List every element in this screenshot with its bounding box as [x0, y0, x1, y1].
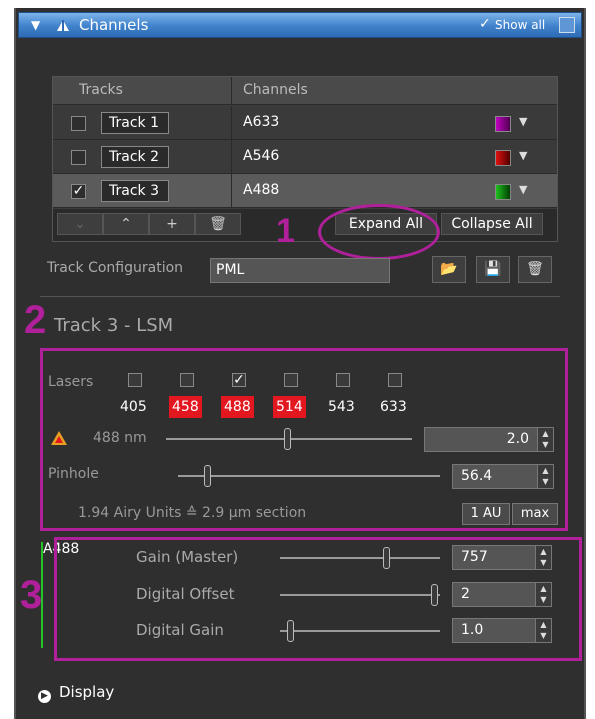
digital-gain-stepper[interactable]: 1.0 ▲ ▼ — [452, 618, 552, 643]
track-3-color-swatch[interactable] — [495, 184, 511, 200]
annotation-ellipse — [318, 204, 440, 260]
digital-gain-value[interactable]: 1.0 — [461, 619, 483, 642]
annotation-number-1: 1 — [276, 212, 295, 250]
laser-power-slider-handle[interactable] — [283, 428, 291, 450]
laser-514-label: 514 — [273, 396, 306, 418]
laser-488-checkbox[interactable]: ✓ — [232, 373, 246, 387]
warning-icon — [51, 431, 67, 445]
tracks-table: Tracks Channels Track 1 A633 ▼ Track 2 A… — [52, 76, 558, 242]
track-configuration-field[interactable]: PML — [210, 258, 390, 283]
channels-icon — [57, 20, 69, 31]
show-all-toggle[interactable]: ✓ Show all — [475, 16, 551, 35]
column-header-tracks: Tracks — [79, 82, 123, 98]
digital-offset-slider-track[interactable] — [280, 594, 440, 596]
max-button[interactable]: max — [512, 503, 558, 525]
table-row-track-3[interactable]: ✓ Track 3 A488 ▼ — [53, 174, 557, 208]
channels-title: Channels — [79, 16, 149, 34]
track-2-channel: A546 — [243, 148, 280, 164]
track-1-color-swatch[interactable] — [495, 116, 511, 132]
track-3-checkbox[interactable]: ✓ — [71, 184, 86, 199]
laser-power-label: 488 nm — [93, 430, 147, 446]
collapse-all-button[interactable]: Collapse All — [441, 213, 543, 235]
delete-configuration-icon[interactable]: 🗑 — [518, 256, 552, 283]
stepper-arrows-icon[interactable]: ▲ ▼ — [537, 465, 553, 488]
laser-power-stepper[interactable]: 2.0 ▲ ▼ — [424, 427, 554, 452]
digital-gain-slider-handle[interactable] — [286, 620, 294, 642]
expand-arrow-icon: ▶ — [38, 690, 51, 703]
chevron-down-icon[interactable]: ▼ — [519, 183, 527, 196]
digital-offset-value[interactable]: 2 — [461, 583, 470, 606]
gain-master-label: Gain (Master) — [136, 548, 239, 566]
annotation-number-2: 2 — [24, 298, 47, 342]
track-2-checkbox[interactable] — [71, 150, 86, 165]
digital-gain-slider-track[interactable] — [280, 630, 440, 632]
laser-405-label: 405 — [120, 399, 147, 415]
move-up-button[interactable]: ⌃ — [103, 213, 149, 235]
track-configuration-label: Track Configuration — [47, 260, 184, 276]
track-1-channel: A633 — [243, 114, 280, 130]
track-3-name[interactable]: Track 3 — [101, 180, 169, 202]
page: ▼ Channels ✓ Show all Tracks Channels Tr… — [0, 0, 595, 719]
laser-488-label: 488 — [221, 396, 254, 418]
undock-icon[interactable] — [559, 17, 575, 33]
laser-405-checkbox[interactable] — [128, 373, 142, 387]
divider — [40, 296, 560, 297]
show-all-label: Show all — [495, 18, 546, 32]
gain-master-stepper[interactable]: 757 ▲ ▼ — [452, 545, 552, 570]
display-label: Display — [59, 683, 115, 701]
track-1-checkbox[interactable] — [71, 116, 86, 131]
move-down-button[interactable]: ⌄ — [57, 213, 103, 235]
pinhole-stepper[interactable]: 56.4 ▲ ▼ — [452, 464, 554, 489]
column-header-channels: Channels — [243, 82, 308, 98]
channels-header[interactable]: ▼ Channels ✓ Show all — [18, 12, 582, 38]
save-icon[interactable]: 💾 — [476, 256, 510, 283]
pinhole-slider-track[interactable] — [178, 475, 440, 477]
laser-power-value[interactable]: 2.0 — [507, 428, 529, 451]
pinhole-value[interactable]: 56.4 — [461, 465, 492, 488]
stepper-arrows-icon[interactable]: ▲ ▼ — [537, 428, 553, 451]
delete-track-icon[interactable]: 🗑 — [195, 213, 241, 235]
stepper-arrows-icon[interactable]: ▲ ▼ — [535, 583, 551, 606]
annotation-number-3: 3 — [20, 573, 43, 617]
checkmark-icon: ✓ — [479, 16, 491, 32]
gain-master-slider-track[interactable] — [280, 557, 440, 559]
airy-units-text: 1.94 Airy Units ≙ 2.9 µm section — [78, 505, 307, 521]
stepper-arrows-icon[interactable]: ▲ ▼ — [535, 546, 551, 569]
chevron-down-icon[interactable]: ▼ — [519, 115, 527, 128]
gain-master-value[interactable]: 757 — [461, 546, 488, 569]
stepper-arrows-icon[interactable]: ▲ ▼ — [535, 619, 551, 642]
collapse-arrow-icon[interactable]: ▼ — [31, 18, 40, 32]
track-1-name[interactable]: Track 1 — [101, 112, 169, 134]
pinhole-label: Pinhole — [48, 466, 99, 482]
digital-offset-stepper[interactable]: 2 ▲ ▼ — [452, 582, 552, 607]
laser-633-label: 633 — [380, 399, 407, 415]
gain-master-slider-handle[interactable] — [382, 547, 390, 569]
laser-514-checkbox[interactable] — [284, 373, 298, 387]
track-2-name[interactable]: Track 2 — [101, 146, 169, 168]
table-row-track-1[interactable]: Track 1 A633 ▼ — [53, 106, 557, 140]
track-2-color-swatch[interactable] — [495, 150, 511, 166]
laser-458-checkbox[interactable] — [180, 373, 194, 387]
table-row-track-2[interactable]: Track 2 A546 ▼ — [53, 140, 557, 174]
tracks-toolbar: ⌄ ⌃ + 🗑 Expand All Collapse All — [53, 209, 557, 241]
digital-offset-label: Digital Offset — [136, 585, 235, 603]
one-au-button[interactable]: 1 AU — [462, 503, 510, 525]
pinhole-slider-handle[interactable] — [203, 465, 211, 487]
lasers-label: Lasers — [48, 374, 94, 390]
add-track-button[interactable]: + — [149, 213, 195, 235]
open-folder-icon[interactable]: 📂 — [432, 256, 466, 283]
laser-543-checkbox[interactable] — [336, 373, 350, 387]
digital-offset-slider-handle[interactable] — [430, 584, 438, 606]
table-header: Tracks Channels — [53, 77, 557, 105]
display-section-toggle[interactable]: ▶ Display — [38, 683, 114, 703]
track-3-channel: A488 — [243, 182, 280, 198]
section-title: Track 3 - LSM — [54, 315, 174, 336]
laser-543-label: 543 — [328, 399, 355, 415]
laser-458-label: 458 — [169, 396, 202, 418]
laser-633-checkbox[interactable] — [388, 373, 402, 387]
chevron-down-icon[interactable]: ▼ — [519, 149, 527, 162]
digital-gain-label: Digital Gain — [136, 621, 224, 639]
